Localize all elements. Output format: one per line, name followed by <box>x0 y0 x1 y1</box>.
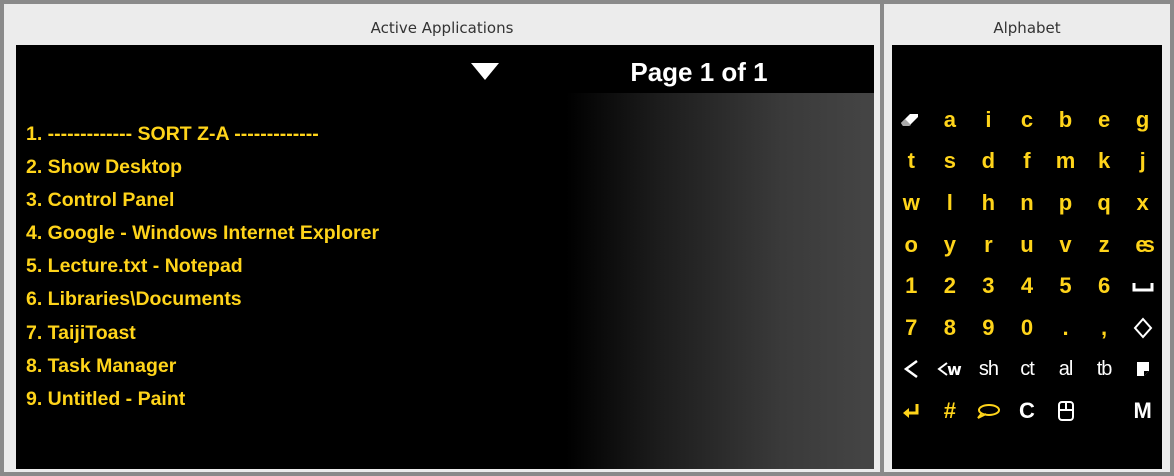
key-5[interactable]: 5 <box>1046 265 1085 307</box>
key-6[interactable]: 6 <box>1085 265 1124 307</box>
dropdown-arrow-icon[interactable] <box>471 63 499 80</box>
key-al[interactable]: al <box>1046 349 1085 391</box>
ligature-es-label: es <box>1135 231 1155 257</box>
key-v[interactable]: v <box>1046 224 1085 266</box>
key-tb[interactable]: tb <box>1085 349 1124 391</box>
key-s[interactable]: s <box>931 141 970 183</box>
key-sh[interactable]: sh <box>969 349 1008 391</box>
back-icon[interactable] <box>892 349 931 391</box>
key-ct[interactable]: ct <box>1008 349 1047 391</box>
key-k[interactable]: k <box>1085 141 1124 183</box>
key-8[interactable]: 8 <box>931 307 970 349</box>
key-q[interactable]: q <box>1085 182 1124 224</box>
key-y[interactable]: y <box>931 224 970 266</box>
key-x[interactable]: x <box>1123 182 1162 224</box>
app-item-task-manager[interactable]: 8. Task Manager <box>26 350 379 383</box>
app-item-paint[interactable]: 9. Untitled - Paint <box>26 383 379 416</box>
panel-title-alphabet: Alphabet <box>993 19 1061 37</box>
app-item-control-panel[interactable]: 3. Control Panel <box>26 184 379 217</box>
key-4[interactable]: 4 <box>1008 265 1047 307</box>
key-e[interactable]: e <box>1085 99 1124 141</box>
key-t[interactable]: t <box>892 141 931 183</box>
key-2[interactable]: 2 <box>931 265 970 307</box>
key-f[interactable]: f <box>1008 141 1047 183</box>
key-7[interactable]: 7 <box>892 307 931 349</box>
key-h[interactable]: h <box>969 182 1008 224</box>
backword-icon[interactable]: w <box>931 349 970 391</box>
app-item-documents[interactable]: 6. Libraries\Documents <box>26 283 379 316</box>
key-i[interactable]: i <box>969 99 1008 141</box>
space-icon[interactable] <box>1123 265 1162 307</box>
key-9[interactable]: 9 <box>969 307 1008 349</box>
key-c[interactable]: c <box>1008 99 1047 141</box>
empty-key <box>1085 390 1124 432</box>
app-item-sort[interactable]: 1. ------------- SORT Z-A ------------- <box>26 118 379 151</box>
key-g[interactable]: g <box>1123 99 1162 141</box>
app-item-notepad[interactable]: 5. Lecture.txt - Notepad <box>26 250 379 283</box>
application-list: 1. ------------- SORT Z-A ------------- … <box>26 118 379 416</box>
key-0[interactable]: 0 <box>1008 307 1047 349</box>
key-j[interactable]: j <box>1123 141 1162 183</box>
window-frame: Active Applications Page 1 of 1 1. -----… <box>0 0 1174 476</box>
key-3[interactable]: 3 <box>969 265 1008 307</box>
key-a[interactable]: a <box>931 99 970 141</box>
key-w[interactable]: w <box>892 182 931 224</box>
key-m[interactable]: m <box>1046 141 1085 183</box>
key-1[interactable]: 1 <box>892 265 931 307</box>
applications-list-area: Page 1 of 1 1. ------------- SORT Z-A --… <box>16 45 874 469</box>
enter-icon[interactable] <box>892 390 931 432</box>
key-n[interactable]: n <box>1008 182 1047 224</box>
app-item-internet-explorer[interactable]: 4. Google - Windows Internet Explorer <box>26 217 379 250</box>
panel-title-active-applications: Active Applications <box>370 19 514 37</box>
key-c-upper[interactable]: C <box>1008 390 1047 432</box>
app-item-show-desktop[interactable]: 2. Show Desktop <box>26 151 379 184</box>
page-indicator: Page 1 of 1 <box>630 57 768 87</box>
eraser-icon[interactable] <box>892 99 931 141</box>
key-z[interactable]: z <box>1085 224 1124 266</box>
key-r[interactable]: r <box>969 224 1008 266</box>
key-b[interactable]: b <box>1046 99 1085 141</box>
key-l[interactable]: l <box>931 182 970 224</box>
speech-bubble-icon[interactable] <box>969 390 1008 432</box>
ligature-es-icon[interactable]: es <box>1123 224 1162 266</box>
diamond-icon[interactable] <box>1123 307 1162 349</box>
key-grid: a i c b e g t s d f m k j w l h n p q x … <box>892 99 1162 432</box>
svg-text:w: w <box>947 360 962 379</box>
key-d[interactable]: d <box>969 141 1008 183</box>
key-comma[interactable]: , <box>1085 307 1124 349</box>
key-period[interactable]: . <box>1046 307 1085 349</box>
key-m-upper[interactable]: M <box>1123 390 1162 432</box>
active-applications-panel: Active Applications Page 1 of 1 1. -----… <box>4 4 880 472</box>
key-u[interactable]: u <box>1008 224 1047 266</box>
mouse-icon[interactable] <box>1046 390 1085 432</box>
note-icon[interactable] <box>1123 349 1162 391</box>
app-item-taijitoast[interactable]: 7. TaijiToast <box>26 317 379 350</box>
key-p[interactable]: p <box>1046 182 1085 224</box>
gradient-shade <box>566 93 874 469</box>
key-o[interactable]: o <box>892 224 931 266</box>
key-hash[interactable]: # <box>931 390 970 432</box>
alphabet-keyboard: a i c b e g t s d f m k j w l h n p q x … <box>892 45 1162 469</box>
alphabet-panel: Alphabet a i c b e g t s d f m k j w l h… <box>884 4 1170 472</box>
